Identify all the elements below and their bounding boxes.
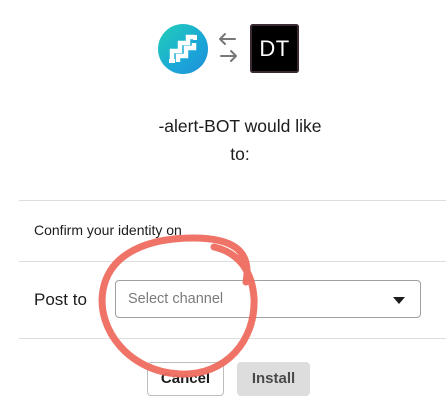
divider bbox=[19, 261, 446, 262]
app-connection-header: DT bbox=[0, 22, 446, 74]
arrows-left-right-icon bbox=[219, 33, 237, 62]
caret-down-icon[interactable] bbox=[393, 297, 405, 304]
pipes-icon bbox=[169, 34, 197, 63]
dialog-title-line-2: to: bbox=[230, 144, 250, 164]
dialog-title: -alert-BOT would like to: bbox=[100, 112, 380, 168]
divider bbox=[19, 338, 446, 339]
channel-select-placeholder: Select channel bbox=[128, 291, 224, 307]
divider bbox=[19, 200, 446, 201]
cancel-button[interactable]: Cancel bbox=[147, 362, 224, 396]
confirm-identity-text: Confirm your identity on bbox=[34, 222, 182, 238]
install-button[interactable]: Install bbox=[237, 362, 310, 396]
workspace-logo: DT bbox=[250, 24, 299, 73]
dialog-title-line-1: -alert-BOT would like bbox=[158, 116, 322, 136]
app-logo-icon bbox=[158, 24, 208, 74]
channel-select[interactable]: Select channel bbox=[115, 280, 421, 318]
post-to-label: Post to bbox=[34, 290, 87, 309]
